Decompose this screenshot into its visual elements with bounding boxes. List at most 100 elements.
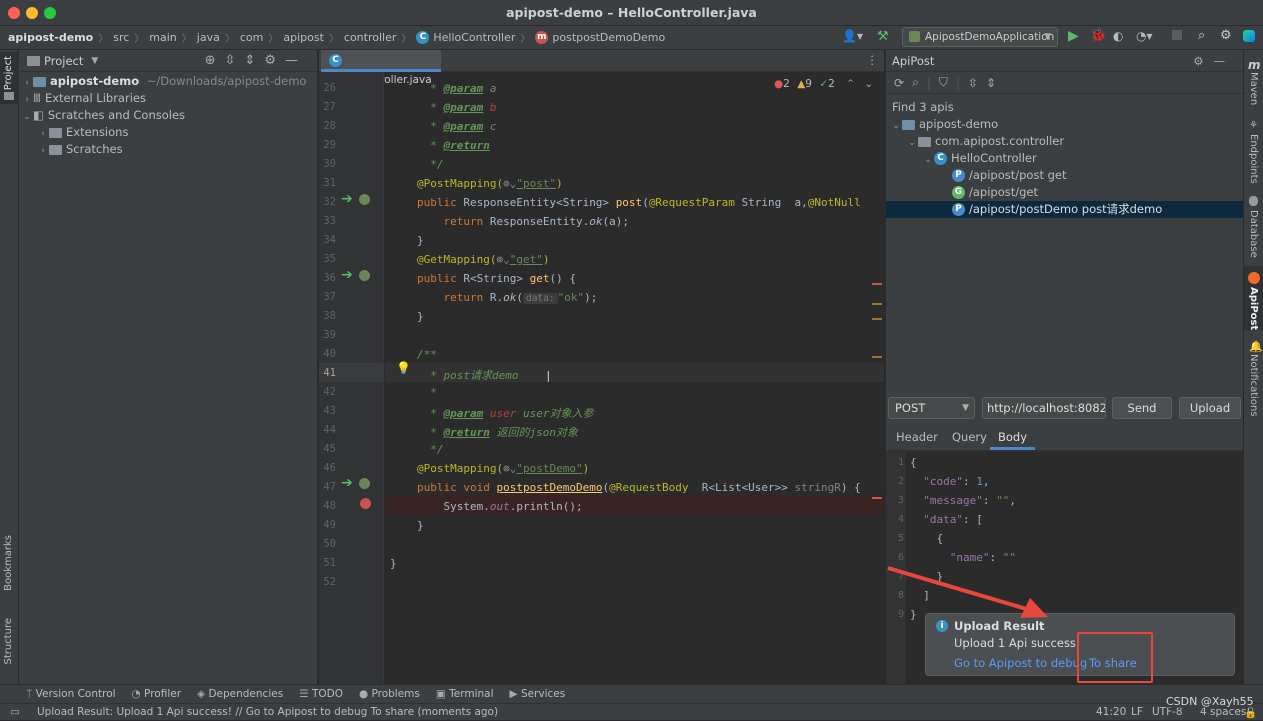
- api-item-postdemo-selected[interactable]: P/apipost/postDemo post请求demo: [886, 201, 1243, 218]
- breadcrumb-apipost[interactable]: apipost: [283, 31, 324, 44]
- tab-hellocontroller[interactable]: CHelloController.java ×: [321, 50, 441, 106]
- coverage-icon[interactable]: ◐: [1113, 29, 1123, 43]
- search-icon[interactable]: ⌕: [912, 75, 927, 90]
- go-to-apipost-link[interactable]: Go to Apipost to debug: [954, 656, 1087, 670]
- breadcrumb-java[interactable]: java: [197, 31, 220, 44]
- more-icon[interactable]: ⋮: [867, 53, 879, 67]
- send-button[interactable]: Send: [1112, 397, 1172, 419]
- run-gutter-icon[interactable]: ➔: [341, 191, 353, 207]
- line-separator[interactable]: LF: [1131, 704, 1143, 720]
- maven-tool-button[interactable]: Maven: [1248, 72, 1259, 105]
- code-line-28: * @param c: [417, 120, 497, 133]
- settings-gear-icon[interactable]: ⚙: [1220, 28, 1232, 43]
- tree-item-project-root[interactable]: › apipost-demo ~/Downloads/apipost-demo: [19, 73, 317, 90]
- api-item-post[interactable]: P/apipost/post get: [886, 167, 1243, 184]
- line-number: 30: [323, 158, 336, 170]
- debug-icon[interactable]: 🐞: [1090, 28, 1106, 43]
- run-gutter-icon[interactable]: ➔: [341, 475, 353, 491]
- layout-icon[interactable]: ▭: [10, 704, 20, 720]
- breadcrumb-method[interactable]: postpostDemoDemo: [552, 31, 665, 44]
- search-icon[interactable]: ⌕: [1198, 28, 1205, 43]
- todo-tool-button[interactable]: ☰ TODO: [299, 688, 343, 700]
- profile-icon[interactable]: ◔▾: [1136, 29, 1153, 43]
- api-item-get[interactable]: G/apipost/get: [886, 184, 1243, 201]
- check-icon: ✓: [819, 78, 829, 90]
- tree-item-extensions[interactable]: › Extensions: [19, 124, 317, 141]
- breakpoint-icon[interactable]: [360, 498, 371, 509]
- inspection-widget[interactable]: ●2 ▲9 ✓2 ⌃ ⌄: [774, 78, 873, 90]
- breadcrumb-main[interactable]: main: [149, 31, 176, 44]
- zoom-window-button[interactable]: [44, 7, 56, 19]
- user-icon[interactable]: 👤▾: [842, 29, 863, 43]
- editor-tab-bar: CHelloController.java × ⋮: [319, 50, 884, 106]
- expand-all-icon[interactable]: ⇳: [225, 53, 245, 68]
- json-line-2: "code": 1,: [923, 475, 990, 488]
- code-line-35: @GetMapping(⊚⌄"get"): [417, 253, 550, 266]
- endpoint-gutter-icon[interactable]: [359, 478, 370, 489]
- version-control-tool-button[interactable]: ᛘ Version Control: [26, 688, 116, 700]
- refresh-icon[interactable]: ⟳: [894, 76, 912, 90]
- breadcrumb-src[interactable]: src: [113, 31, 129, 44]
- url-input[interactable]: http://localhost:8082/: [982, 397, 1106, 419]
- run-gutter-icon[interactable]: ➔: [341, 267, 353, 283]
- project-panel-title[interactable]: Project: [44, 54, 83, 68]
- profiler-tool-button[interactable]: ◔ Profiler: [132, 688, 181, 700]
- chevron-down-icon[interactable]: ⌄: [864, 78, 873, 90]
- scroll-marker: [872, 318, 882, 320]
- expand-all-icon[interactable]: ⇳: [968, 76, 986, 90]
- caret-position[interactable]: 41:20: [1096, 704, 1126, 720]
- api-tree-project[interactable]: ⌄ apipost-demo: [886, 116, 1243, 133]
- api-tree-class[interactable]: ⌄ C HelloController: [886, 150, 1243, 167]
- database-tool-button[interactable]: Database: [1248, 210, 1259, 258]
- endpoint-gutter-icon[interactable]: [359, 194, 370, 205]
- problems-tool-button[interactable]: ● Problems: [359, 688, 420, 700]
- panel-actions: ⚙—: [1193, 54, 1235, 68]
- chevron-up-icon[interactable]: ⌃: [846, 78, 855, 90]
- tab-header[interactable]: Header: [896, 430, 938, 444]
- dependencies-tool-button[interactable]: ◈ Dependencies: [197, 688, 283, 700]
- upload-button[interactable]: Upload: [1179, 397, 1241, 419]
- toolbox-icon[interactable]: [1243, 30, 1255, 42]
- build-hammer-icon[interactable]: ⚒: [877, 29, 889, 44]
- code-editor[interactable]: CHelloController.java × ⋮ 26 27 28 29 30 31 32…: [319, 50, 884, 684]
- project-tool-button[interactable]: Project: [3, 56, 14, 90]
- endpoint-gutter-icon[interactable]: [359, 270, 370, 281]
- bookmarks-tool-button[interactable]: Bookmarks: [3, 535, 14, 591]
- structure-tool-button[interactable]: Structure: [3, 618, 14, 665]
- class-icon: C: [329, 53, 342, 67]
- hide-icon[interactable]: —: [1214, 54, 1236, 68]
- method-select[interactable]: POST ▼: [888, 397, 975, 419]
- terminal-tool-button[interactable]: ▣ Terminal: [436, 688, 494, 700]
- tab-body[interactable]: Body: [990, 426, 1036, 450]
- breadcrumb-controller[interactable]: controller: [344, 31, 396, 44]
- stop-icon[interactable]: [1172, 30, 1182, 40]
- breadcrumb-com[interactable]: com: [240, 31, 264, 44]
- chevron-right-icon[interactable]: ›: [37, 143, 49, 160]
- notifications-tool-button[interactable]: Notifications: [1248, 354, 1259, 417]
- tab-query[interactable]: Query: [952, 430, 987, 444]
- tree-item-scratches[interactable]: › Scratches: [19, 141, 317, 158]
- lightbulb-icon[interactable]: 💡: [396, 361, 411, 375]
- tree-item-scratches-consoles[interactable]: ⌄ ◧ Scratches and Consoles: [19, 107, 317, 124]
- apipost-tool-button[interactable]: ApiPost: [1248, 287, 1259, 330]
- run-config-select[interactable]: ApipostDemoApplication ▼: [902, 27, 1058, 47]
- gear-icon[interactable]: ⚙: [1193, 54, 1213, 68]
- status-message[interactable]: Upload Result: Upload 1 Api success! // …: [37, 704, 498, 720]
- collapse-all-icon[interactable]: ⇕: [986, 76, 1004, 90]
- locate-icon[interactable]: ⊕: [205, 53, 225, 68]
- hide-icon[interactable]: —: [285, 53, 307, 68]
- api-tree-package[interactable]: ⌄ com.apipost.controller: [886, 133, 1243, 150]
- breadcrumb-class[interactable]: HelloController: [433, 31, 515, 44]
- services-tool-button[interactable]: ▶ Services: [510, 688, 566, 700]
- gear-icon[interactable]: ⚙: [264, 53, 285, 68]
- tree-item-external-libraries[interactable]: › Ⅲ External Libraries: [19, 90, 317, 107]
- endpoints-tool-button[interactable]: Endpoints: [1248, 134, 1259, 184]
- chevron-down-icon[interactable]: ▼: [91, 56, 98, 66]
- run-icon[interactable]: ▶: [1068, 28, 1079, 44]
- minimize-window-button[interactable]: [26, 7, 38, 19]
- filter-icon[interactable]: ⛉: [939, 75, 956, 90]
- collapse-all-icon[interactable]: ⇕: [244, 53, 264, 68]
- scroll-marker: [872, 497, 882, 499]
- breadcrumb-project[interactable]: apipost-demo: [8, 31, 93, 44]
- close-window-button[interactable]: [8, 7, 20, 19]
